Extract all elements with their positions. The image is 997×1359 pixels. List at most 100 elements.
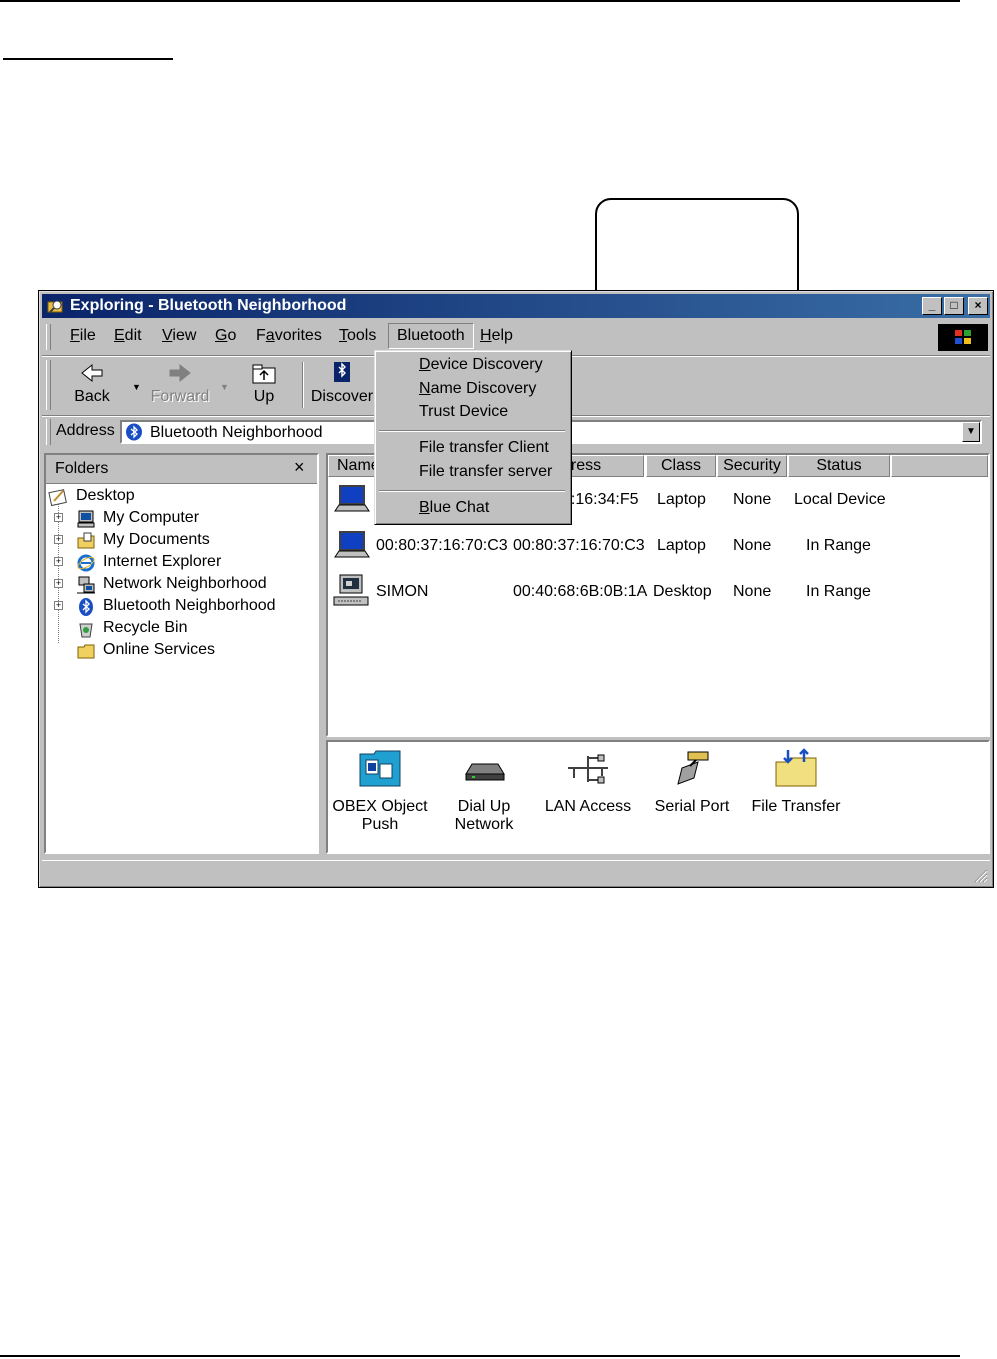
tree-label: Internet Explorer xyxy=(103,553,222,570)
device-row[interactable]: 00:80:37:16:70:C3 00:80:37:16:70:C3 Lapt… xyxy=(328,527,988,571)
service-label-line2: Push xyxy=(361,816,399,833)
device-status: Local Device xyxy=(794,491,886,508)
address-label: Address xyxy=(56,422,115,439)
tree-item-internet-explorer[interactable]: + Internet Explorer xyxy=(46,552,286,574)
tree-item-online-services[interactable]: Online Services xyxy=(46,640,286,662)
address-dropdown-button[interactable]: ▼ xyxy=(962,422,980,442)
service-label: Serial Port xyxy=(654,798,730,815)
my-documents-icon xyxy=(77,532,95,549)
expand-icon[interactable]: + xyxy=(54,513,63,522)
modem-icon xyxy=(465,763,505,781)
bluetooth-discover-icon xyxy=(334,362,350,382)
bluetooth-icon xyxy=(126,423,142,441)
service-label-line2: Network xyxy=(454,816,514,833)
back-dropdown-icon[interactable]: ▼ xyxy=(132,382,141,392)
up-label: Up xyxy=(253,388,275,405)
laptop-icon xyxy=(334,485,370,512)
up-button[interactable]: Up xyxy=(244,360,284,406)
expand-icon[interactable]: + xyxy=(54,601,63,610)
resize-grip-icon[interactable] xyxy=(972,867,988,883)
expand-icon[interactable]: + xyxy=(54,535,63,544)
service-obex-object-push[interactable]: OBEX Object Push xyxy=(330,748,430,834)
service-lan-access[interactable]: LAN Access xyxy=(538,748,638,816)
column-header-class[interactable]: Class xyxy=(646,455,716,477)
expand-icon[interactable]: + xyxy=(54,557,63,566)
menu-item-file-transfer-server[interactable]: File transfer server xyxy=(419,463,552,481)
device-class: Laptop xyxy=(657,491,706,508)
menu-item-blue-chat[interactable]: Blue Chat xyxy=(419,499,489,517)
folders-title: Folders xyxy=(55,460,109,477)
tree-item-bluetooth-neighborhood[interactable]: + Bluetooth Neighborhood xyxy=(46,596,286,618)
service-dial-up-network[interactable]: Dial Up Network xyxy=(434,748,534,834)
back-button[interactable]: Back xyxy=(70,360,114,406)
menu-bluetooth[interactable]: Bluetooth xyxy=(388,323,474,349)
windows-flag-icon xyxy=(955,330,971,344)
discover-label: Discover xyxy=(310,388,374,405)
network-neighborhood-icon xyxy=(77,576,95,594)
laptop-icon xyxy=(334,531,370,558)
up-folder-icon xyxy=(252,364,276,384)
menu-file[interactable]: File xyxy=(70,327,96,345)
column-header-status[interactable]: Status xyxy=(788,455,890,477)
page-bottom-rule xyxy=(0,1355,960,1357)
service-serial-port[interactable]: Serial Port xyxy=(642,748,742,816)
menu-item-trust-device[interactable]: Trust Device xyxy=(419,403,508,421)
desktop-icon xyxy=(48,489,67,507)
menu-item-file-transfer-client[interactable]: File transfer Client xyxy=(419,439,549,457)
device-security: None xyxy=(733,537,772,554)
tree-item-recycle-bin[interactable]: Recycle Bin xyxy=(46,618,286,640)
folders-pane: Folders × Desktop + My Computer + My Doc… xyxy=(44,453,319,854)
forward-dropdown-icon[interactable]: ▼ xyxy=(220,382,229,392)
menu-view[interactable]: View xyxy=(162,327,196,345)
device-security: None xyxy=(733,583,772,600)
maximize-button[interactable]: □ xyxy=(944,297,964,315)
internet-explorer-icon xyxy=(77,554,95,572)
device-row[interactable]: SIMON 00:40:68:6B:0B:1A Desktop None In … xyxy=(328,573,988,617)
back-arrow-icon xyxy=(81,363,103,383)
service-file-transfer[interactable]: File Transfer xyxy=(746,748,846,816)
tree-item-desktop[interactable]: Desktop xyxy=(46,486,286,508)
menu-tools[interactable]: Tools xyxy=(339,327,376,345)
services-pane: OBEX Object Push Dial Up Network LAN Acc… xyxy=(326,740,990,854)
menu-item-name-discovery[interactable]: Name Discovery xyxy=(419,380,536,398)
toolbar-grip[interactable] xyxy=(46,360,51,410)
recycle-bin-icon xyxy=(79,623,93,638)
tree-label: Recycle Bin xyxy=(103,619,188,636)
tree-label: Network Neighborhood xyxy=(103,575,267,592)
menu-favorites[interactable]: Favorites xyxy=(256,327,322,345)
tree-item-my-computer[interactable]: + My Computer xyxy=(46,508,286,530)
device-class: Desktop xyxy=(653,583,712,600)
menu-bar: File Edit View Go Favorites Tools Blueto… xyxy=(42,321,990,353)
device-name: 00:80:37:16:70:C3 xyxy=(376,537,508,554)
tree-item-my-documents[interactable]: + My Documents xyxy=(46,530,286,552)
forward-button[interactable]: Forward xyxy=(150,360,210,406)
menu-edit[interactable]: Edit xyxy=(114,327,142,345)
menu-help[interactable]: Help xyxy=(480,327,513,345)
menu-item-device-discovery[interactable]: Device Discovery xyxy=(419,356,543,374)
device-security: None xyxy=(733,491,772,508)
bluetooth-icon xyxy=(79,598,93,616)
tree-label: Online Services xyxy=(103,641,216,658)
discover-button[interactable]: Discover xyxy=(310,360,374,406)
menu-go[interactable]: Go xyxy=(215,327,236,345)
status-bar xyxy=(42,860,990,885)
device-address: 7:16:34:F5 xyxy=(562,491,639,508)
menu-separator xyxy=(379,430,565,432)
minimize-button[interactable]: _ xyxy=(922,297,942,315)
back-label: Back xyxy=(74,388,110,405)
column-header-security[interactable]: Security xyxy=(717,455,787,477)
menubar-grip[interactable] xyxy=(46,324,51,350)
tree-label: My Computer xyxy=(103,509,200,526)
addressbar-grip[interactable] xyxy=(46,419,51,445)
tree-item-network-neighborhood[interactable]: + Network Neighborhood xyxy=(46,574,286,596)
tree-label: My Documents xyxy=(103,531,210,548)
close-button[interactable]: × xyxy=(968,297,988,315)
expand-icon[interactable]: + xyxy=(54,579,63,588)
explorer-icon xyxy=(47,300,63,313)
column-header-name[interactable]: Name xyxy=(328,455,380,477)
service-label: Dial Up xyxy=(457,798,511,815)
device-status: In Range xyxy=(806,537,871,554)
close-folders-icon[interactable]: × xyxy=(294,457,305,478)
forward-arrow-icon xyxy=(169,363,191,383)
title-bar[interactable]: Exploring - Bluetooth Neighborhood _ □ × xyxy=(42,294,990,318)
